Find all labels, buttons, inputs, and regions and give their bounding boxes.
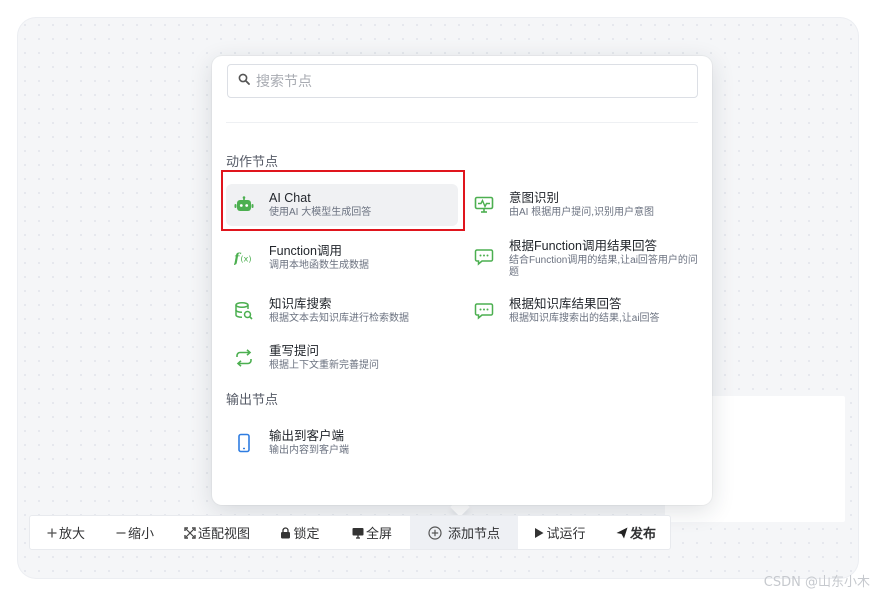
canvas-toolbar: 放大 缩小 适配视图 锁定 全屏 添加节点 试运行 发布 xyxy=(29,515,671,550)
play-icon xyxy=(534,527,544,539)
add-node-label: 添加节点 xyxy=(447,526,500,541)
node-title: 知识库搜索 xyxy=(269,297,332,311)
zoom-out-button[interactable]: 缩小 xyxy=(102,516,168,549)
node-description: 由AI 根据用户提问,识别用户意图 xyxy=(509,207,655,218)
node-title: 输出到客户端 xyxy=(269,429,345,443)
monitor-icon xyxy=(352,527,364,539)
lock-icon xyxy=(280,526,291,539)
node-item-function[interactable]: f (x) Function调用 调用本地函数生成数据 xyxy=(226,237,458,279)
node-description: 输出内容到客户端 xyxy=(269,445,349,456)
search-input[interactable] xyxy=(256,73,676,89)
zoom-in-button[interactable]: 放大 xyxy=(30,516,102,549)
node-description: 结合Function调用的结果,让ai回答用户的问题 xyxy=(509,255,698,278)
node-description: 使用AI 大模型生成回答 xyxy=(269,207,372,218)
add-node-button[interactable]: 添加节点 xyxy=(410,516,518,549)
node-item-kb-search[interactable]: 知识库搜索 根据文本去知识库进行检索数据 xyxy=(226,290,458,332)
node-item-output-client[interactable]: 输出到客户端 输出内容到客户端 xyxy=(226,422,458,464)
minus-icon xyxy=(116,528,126,538)
node-description: 根据知识库搜索出的结果,让ai回答 xyxy=(509,313,660,324)
test-run-button[interactable]: 试运行 xyxy=(518,516,602,549)
send-icon xyxy=(616,527,628,539)
node-description: 根据文本去知识库进行检索数据 xyxy=(269,313,409,324)
publish-button[interactable]: 发布 xyxy=(602,516,670,549)
node-title: 根据知识库结果回答 xyxy=(509,297,622,311)
node-item-function-answer[interactable]: 根据Function调用结果回答 结合Function调用的结果,让ai回答用户… xyxy=(466,232,698,282)
add-node-popup: 动作节点 AI Chat 使用AI 大模型生成回答 意图识别 由AI 根据用户提… xyxy=(212,56,712,505)
node-description: 根据上下文重新完善提问 xyxy=(269,360,379,371)
node-title: Function调用 xyxy=(269,244,342,258)
fullscreen-button[interactable]: 全屏 xyxy=(334,516,410,549)
mobile-icon xyxy=(234,433,254,453)
robot-icon xyxy=(234,195,254,215)
node-item-kb-answer[interactable]: 根据知识库结果回答 根据知识库搜索出的结果,让ai回答 xyxy=(466,290,698,332)
function-icon: f (x) xyxy=(234,248,254,268)
node-item-ai-chat[interactable]: AI Chat 使用AI 大模型生成回答 xyxy=(226,184,458,226)
watermark: CSDN @山东小木 xyxy=(763,575,870,590)
node-title: 意图识别 xyxy=(509,191,560,205)
refresh-icon xyxy=(234,348,254,368)
divider xyxy=(226,122,698,123)
node-title: AI Chat xyxy=(269,191,311,205)
chat-bubble-icon xyxy=(474,301,494,321)
plus-icon xyxy=(47,528,57,538)
plus-circle-icon xyxy=(428,525,442,540)
database-search-icon xyxy=(234,301,254,321)
zoom-out-label: 缩小 xyxy=(127,526,154,541)
fit-view-icon xyxy=(184,526,196,539)
chat-bubble-icon xyxy=(474,247,494,267)
group-title-action: 动作节点 xyxy=(226,154,279,169)
search-icon xyxy=(238,72,250,90)
monitor-icon xyxy=(474,195,494,215)
node-item-rewrite[interactable]: 重写提问 根据上下文重新完善提问 xyxy=(226,337,458,379)
zoom-in-label: 放大 xyxy=(58,526,85,541)
group-title-output: 输出节点 xyxy=(226,392,279,407)
lock-label: 锁定 xyxy=(293,526,320,541)
fullscreen-label: 全屏 xyxy=(365,526,392,541)
node-description: 调用本地函数生成数据 xyxy=(269,260,369,271)
svg-text:(x): (x) xyxy=(240,254,251,264)
node-title: 根据Function调用结果回答 xyxy=(509,239,657,253)
test-run-label: 试运行 xyxy=(546,526,586,541)
node-item-intent[interactable]: 意图识别 由AI 根据用户提问,识别用户意图 xyxy=(466,184,698,226)
fit-view-button[interactable]: 适配视图 xyxy=(168,516,266,549)
node-title: 重写提问 xyxy=(269,344,320,358)
publish-label: 发布 xyxy=(629,526,656,541)
fit-view-label: 适配视图 xyxy=(197,526,250,541)
lock-button[interactable]: 锁定 xyxy=(266,516,334,549)
node-search-box[interactable] xyxy=(227,64,698,98)
